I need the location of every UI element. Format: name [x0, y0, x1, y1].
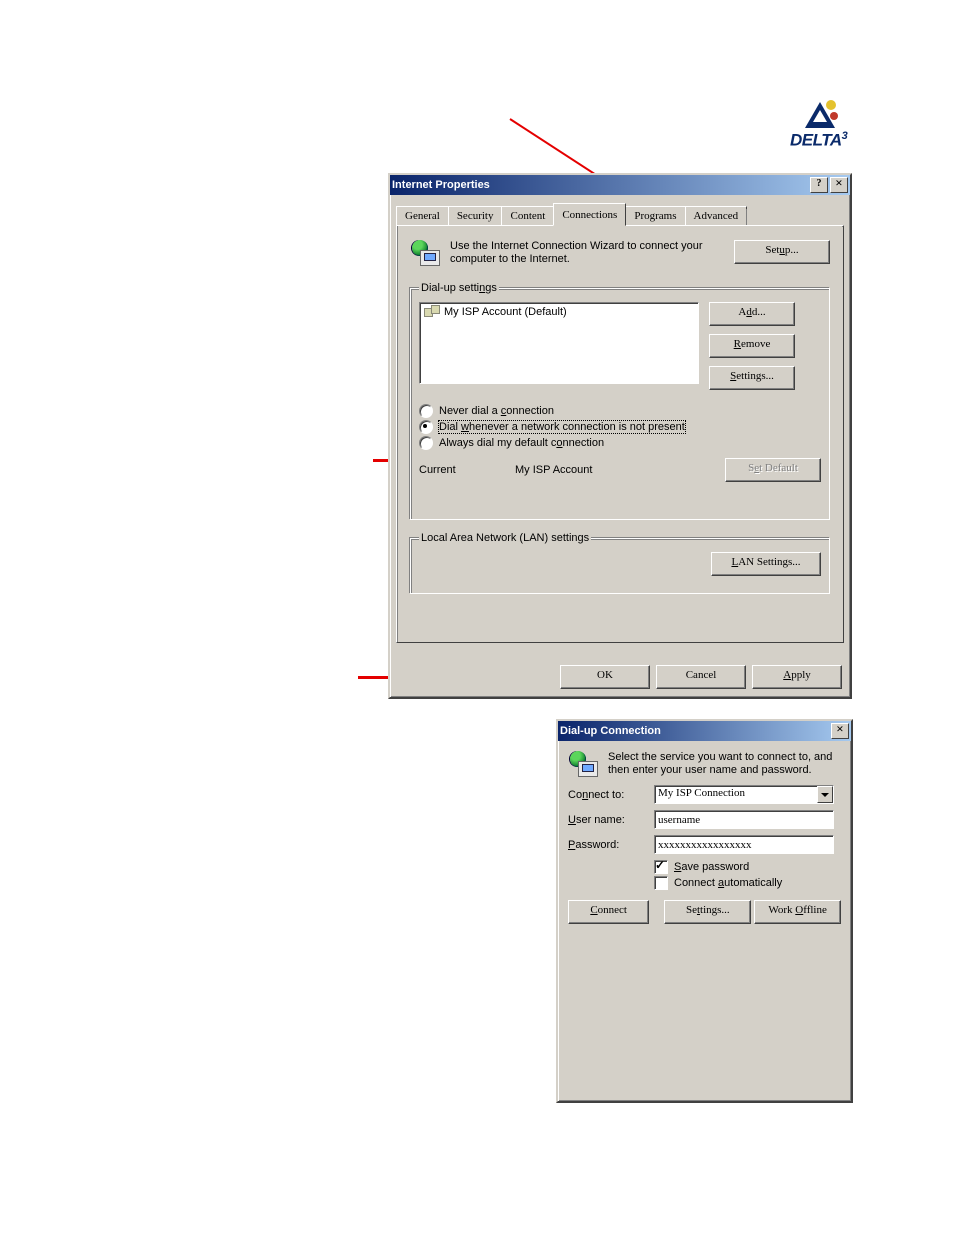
- connect-to-combo[interactable]: My ISP Connection: [654, 785, 834, 804]
- current-value: My ISP Account: [515, 464, 592, 476]
- tab-content[interactable]: Content: [501, 206, 554, 225]
- user-name-label: User name:: [568, 814, 654, 826]
- user-name-input[interactable]: [654, 810, 834, 829]
- apply-button[interactable]: Apply: [752, 665, 842, 689]
- password-input[interactable]: [654, 835, 834, 854]
- intro-text: Use the Internet Connection Wizard to co…: [450, 240, 710, 266]
- tab-connections[interactable]: Connections: [553, 203, 626, 226]
- dialup-list-item[interactable]: My ISP Account (Default): [422, 305, 696, 319]
- current-label: Current: [419, 464, 515, 476]
- page-canvas: DELTA3 Internet Properties ? × General S…: [0, 0, 954, 1235]
- delta3-logo: DELTA3: [790, 100, 850, 160]
- tab-programs[interactable]: Programs: [625, 206, 685, 225]
- dialog-title: Internet Properties: [392, 179, 490, 191]
- close-button[interactable]: ×: [830, 177, 848, 193]
- chevron-down-icon[interactable]: [817, 786, 833, 803]
- dialup-list[interactable]: My ISP Account (Default): [419, 302, 699, 384]
- set-default-button: Set Default: [725, 458, 821, 482]
- remove-button[interactable]: Remove: [709, 334, 795, 358]
- tab-panel-connections: Use the Internet Connection Wizard to co…: [396, 225, 844, 643]
- close-button[interactable]: ×: [831, 723, 849, 739]
- connect-to-value: My ISP Connection: [654, 785, 834, 804]
- lan-legend: Local Area Network (LAN) settings: [419, 532, 591, 544]
- tab-advanced[interactable]: Advanced: [685, 206, 748, 225]
- dialup-entry-label: My ISP Account (Default): [444, 306, 567, 318]
- save-password-check[interactable]: Save password: [654, 860, 841, 874]
- work-offline-button[interactable]: Work Offline: [754, 900, 841, 924]
- titlebar[interactable]: Dial-up Connection ×: [558, 721, 851, 741]
- cancel-button[interactable]: Cancel: [656, 665, 746, 689]
- tab-general[interactable]: General: [396, 206, 449, 225]
- internet-wizard-icon: [410, 240, 440, 268]
- dialup-icon: [568, 751, 598, 779]
- settings-button[interactable]: Settings...: [664, 900, 751, 924]
- tab-strip: General Security Content Connections Pro…: [396, 203, 844, 225]
- password-label: Password:: [568, 839, 654, 851]
- connect-automatically-check[interactable]: Connect automatically: [654, 876, 841, 890]
- internet-properties-dialog: Internet Properties ? × General Security…: [388, 173, 852, 699]
- radio-dial-whenever[interactable]: Dial whenever a network connection is no…: [419, 420, 821, 434]
- connect-button[interactable]: Connect: [568, 900, 649, 924]
- tab-security[interactable]: Security: [448, 206, 503, 225]
- ok-button[interactable]: OK: [560, 665, 650, 689]
- dialup-settings-group: Dial-up settings My ISP Account (Default…: [410, 282, 830, 520]
- connect-to-label: Connect to:: [568, 789, 654, 801]
- setup-button[interactable]: Setup...: [734, 240, 830, 264]
- dialup-connection-dialog: Dial-up Connection × Select the service …: [556, 719, 853, 1103]
- lan-settings-group: Local Area Network (LAN) settings LAN Se…: [410, 532, 830, 594]
- help-button[interactable]: ?: [810, 177, 828, 193]
- connection-icon: [424, 305, 440, 319]
- dialup-legend: Dial-up settings: [419, 282, 499, 294]
- logo-text: DELTA: [790, 131, 842, 150]
- intro-text: Select the service you want to connect t…: [608, 751, 841, 779]
- logo-sup: 3: [842, 130, 848, 142]
- dialog-title: Dial-up Connection: [560, 725, 661, 737]
- lan-settings-button[interactable]: LAN Settings...: [711, 552, 821, 576]
- settings-button[interactable]: Settings...: [709, 366, 795, 390]
- radio-never-dial[interactable]: Never dial a connection: [419, 404, 821, 418]
- titlebar[interactable]: Internet Properties ? ×: [390, 175, 850, 195]
- radio-always-dial[interactable]: Always dial my default connection: [419, 436, 821, 450]
- add-button[interactable]: Add...: [709, 302, 795, 326]
